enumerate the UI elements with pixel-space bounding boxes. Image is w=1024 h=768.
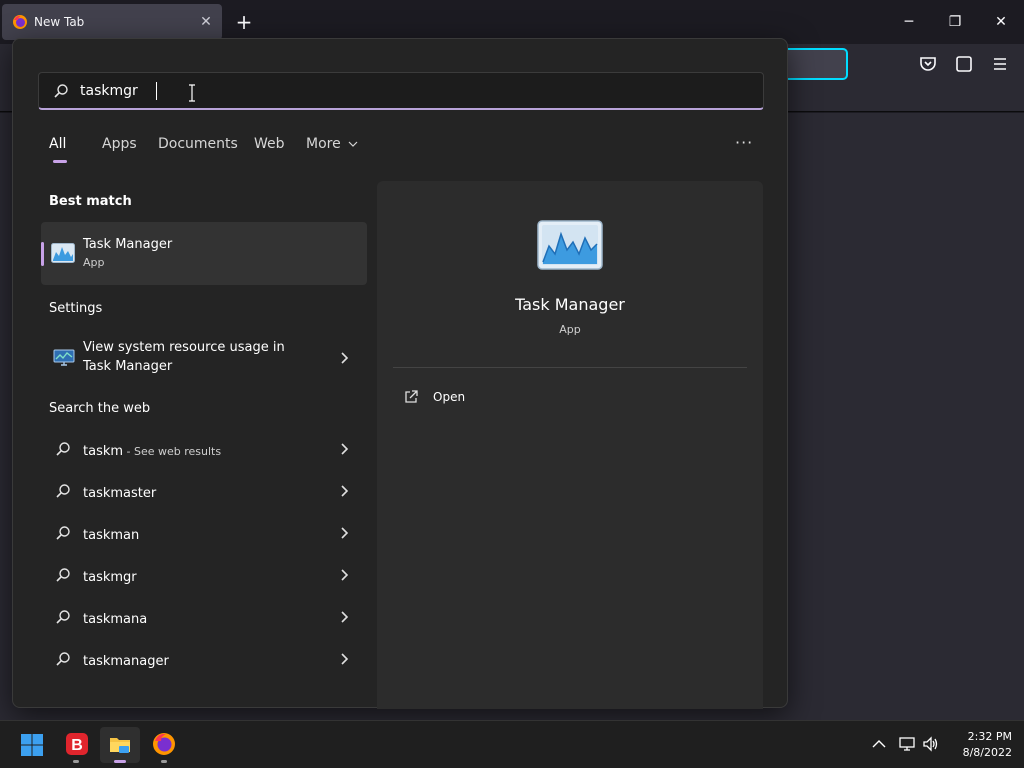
new-tab-button[interactable]: + <box>232 10 256 34</box>
search-icon <box>56 610 70 624</box>
web-result-item[interactable]: taskmaster <box>41 471 367 511</box>
pocket-icon[interactable] <box>918 54 938 74</box>
system-monitor-icon <box>53 349 75 366</box>
search-icon <box>56 568 70 582</box>
chevron-right-icon <box>341 485 349 497</box>
web-result-text: taskmgr <box>83 570 137 585</box>
taskbar-app-b[interactable]: B <box>56 727 96 763</box>
web-result-text: taskmaster <box>83 486 157 501</box>
search-icon <box>56 442 70 456</box>
chevron-down-icon <box>348 141 358 147</box>
ibeam-cursor-icon <box>189 84 195 102</box>
close-window-button[interactable]: ✕ <box>987 8 1015 36</box>
clock[interactable]: 2:32 PM 8/8/2022 <box>940 729 1012 761</box>
settings-item-line2: Task Manager <box>83 359 173 374</box>
tab-more[interactable]: More <box>306 136 358 152</box>
search-icon <box>56 484 70 498</box>
running-indicator <box>114 760 126 763</box>
svg-text:B: B <box>71 737 83 754</box>
web-result-item[interactable]: taskm - See web results <box>41 429 367 469</box>
network-icon[interactable] <box>898 735 916 753</box>
chevron-right-icon <box>341 653 349 665</box>
web-result-item[interactable]: taskmgr <box>41 555 367 595</box>
chevron-right-icon <box>341 611 349 623</box>
web-result-text: taskm <box>83 444 124 459</box>
web-result-text: taskman <box>83 528 140 543</box>
web-result-item[interactable]: taskmana <box>41 597 367 637</box>
start-search-panel: taskmgr All Apps Documents Web More ··· … <box>12 38 788 709</box>
browser-tab[interactable]: New Tab ✕ <box>2 4 222 40</box>
minimize-button[interactable]: ─ <box>895 8 923 36</box>
tab-title: New Tab <box>34 15 85 29</box>
preview-type: App <box>559 323 581 336</box>
extensions-icon[interactable] <box>954 54 974 74</box>
menu-icon[interactable] <box>990 54 1010 74</box>
selection-accent <box>41 242 44 266</box>
chevron-right-icon <box>341 569 349 581</box>
tab-documents[interactable]: Documents <box>158 136 238 152</box>
best-match-type: App <box>83 256 105 269</box>
more-options-button[interactable]: ··· <box>735 133 753 152</box>
clock-date: 8/8/2022 <box>962 746 1012 759</box>
web-result-item[interactable]: taskmanager <box>41 639 367 679</box>
start-button[interactable] <box>12 727 52 763</box>
tab-apps[interactable]: Apps <box>102 136 137 152</box>
web-result-text: taskmana <box>83 612 148 627</box>
running-indicator <box>161 760 167 763</box>
chevron-up-icon[interactable] <box>870 735 888 753</box>
text-caret <box>156 82 157 100</box>
restore-button[interactable]: ❐ <box>941 8 969 36</box>
tab-more-label: More <box>306 136 341 152</box>
open-action[interactable]: Open <box>403 389 465 405</box>
volume-icon[interactable] <box>922 735 940 753</box>
tab-all[interactable]: All <box>49 136 66 152</box>
divider <box>393 367 747 368</box>
open-external-icon <box>405 390 418 403</box>
web-result-item[interactable]: taskman <box>41 513 367 553</box>
open-label: Open <box>433 390 466 404</box>
taskbar-file-explorer[interactable] <box>100 727 140 763</box>
best-match-item[interactable]: Task Manager App <box>41 222 367 285</box>
settings-heading: Settings <box>49 301 103 316</box>
clock-time: 2:32 PM <box>967 730 1012 743</box>
chevron-right-icon <box>341 352 349 364</box>
web-result-hint: - See web results <box>123 445 222 458</box>
taskbar-firefox[interactable] <box>144 727 184 763</box>
task-manager-icon <box>51 243 75 263</box>
search-icon <box>54 84 68 98</box>
file-explorer-icon <box>110 738 130 753</box>
active-tab-indicator <box>53 160 67 163</box>
windows-logo-icon <box>21 734 43 756</box>
search-input[interactable]: taskmgr <box>38 72 764 110</box>
tab-web[interactable]: Web <box>254 136 285 152</box>
bitdefender-icon: B <box>66 733 88 755</box>
preview-pane: Task Manager App Open <box>377 181 763 709</box>
running-indicator <box>73 760 79 763</box>
firefox-icon <box>13 15 27 29</box>
web-heading: Search the web <box>49 401 151 416</box>
best-match-heading: Best match <box>49 194 132 209</box>
web-result-text: taskmanager <box>83 654 169 669</box>
url-bar[interactable] <box>780 48 848 80</box>
search-query-text: taskmgr <box>80 83 138 99</box>
best-match-title: Task Manager <box>83 237 173 252</box>
tab-close-icon[interactable]: ✕ <box>198 14 214 30</box>
task-manager-icon <box>537 220 603 270</box>
preview-title: Task Manager <box>515 295 625 314</box>
firefox-icon <box>153 733 175 755</box>
taskbar: B 2:32 PM 8/8/2022 <box>0 720 1024 768</box>
settings-item[interactable]: View system resource usage in Task Manag… <box>41 335 367 381</box>
chevron-right-icon <box>341 527 349 539</box>
search-icon <box>56 526 70 540</box>
chevron-right-icon <box>341 443 349 455</box>
search-icon <box>56 652 70 666</box>
settings-item-line1: View system resource usage in <box>83 340 285 355</box>
